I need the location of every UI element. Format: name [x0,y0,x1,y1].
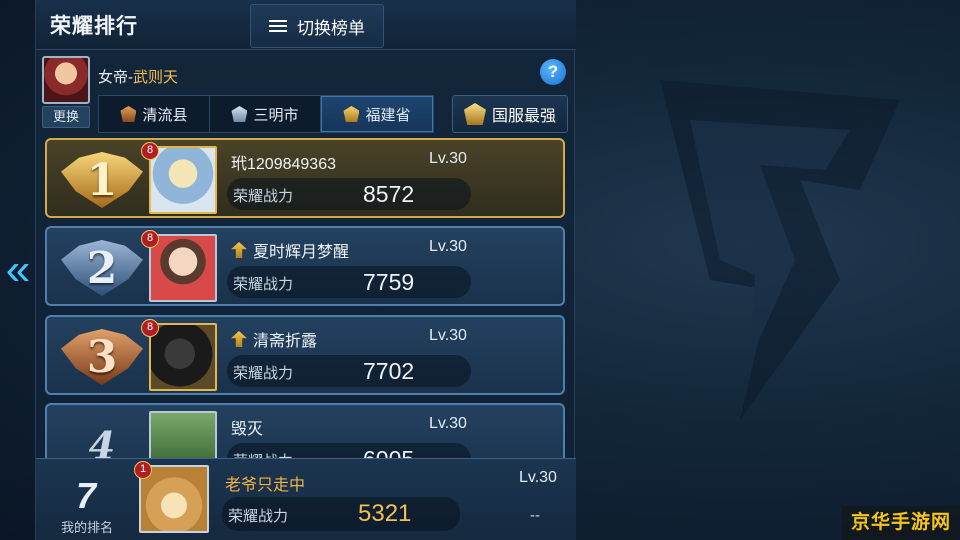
my-rank-extra: -- [530,507,540,524]
player-level: Lv.30 [429,238,467,255]
avatar[interactable] [149,323,217,391]
rank-number: 2 [86,242,118,294]
rank-up-icon [231,242,247,258]
player-name: 玳1209849363 [231,156,336,173]
player-name: 清斋折露 [231,327,317,351]
power-label: 荣耀战力 [228,508,289,525]
hero-name-highlight: 武则天 [133,69,179,86]
power-value: 7759 [363,269,415,295]
page-title: 荣耀排行 [50,15,138,38]
rank-row-3[interactable]: 3 8 清斋折露 Lv.30 荣耀战力 7702 [45,315,565,395]
tab-county[interactable]: 清流县 [99,96,210,132]
my-rank-number: 7 [76,475,97,516]
rank-row-1[interactable]: 1 8 玳1209849363 Lv.30 荣耀战力 8572 [45,138,565,218]
help-icon[interactable]: ? [540,59,566,85]
tab-province[interactable]: 福建省 [321,96,433,132]
rank-number: 1 [86,154,118,206]
region-tabs: 清流县 三明市 福建省 [98,95,434,133]
player-name: 毁灭 [231,421,264,438]
level-badge: 8 [141,230,159,248]
national-best-label: 国服最强 [491,108,556,125]
power-value: 7702 [363,358,415,384]
back-arrow-icon[interactable]: « [4,245,32,295]
hero-title: 女帝- [98,69,133,86]
power-value: 5321 [358,500,412,527]
power-bar: 荣耀战力 7759 [227,266,471,298]
power-label: 荣耀战力 [233,188,294,205]
national-badge-icon [463,103,486,125]
player-name: 夏时辉月梦醒 [231,238,349,262]
power-value: 8572 [363,181,415,207]
player-level: Lv.30 [429,327,467,344]
silver-medal-icon: 2 [61,234,143,302]
rank-row-2[interactable]: 2 8 夏时辉月梦醒 Lv.30 荣耀战力 7759 [45,226,565,306]
switch-leaderboard-label: 切换榜单 [297,18,365,38]
my-player-level: Lv.30 [519,469,557,486]
level-badge: 1 [134,461,152,479]
bronze-medal-icon: 3 [61,323,143,391]
my-rank-bar: 7 我的排名 1 老爷只走中 Lv.30 荣耀战力 5321 -- [36,458,576,540]
city-badge-icon [231,106,248,122]
list-icon [269,19,287,33]
rank-number: 3 [86,331,118,383]
my-player-name: 老爷只走中 [225,477,306,494]
hero-name: 女帝-武则天 [98,66,178,87]
my-rank-label: 我的排名 [61,520,114,535]
site-watermark: 京华手游网 [842,506,960,540]
power-bar: 荣耀战力 7702 [227,355,471,387]
county-badge-icon [120,106,137,122]
player-level: Lv.30 [429,415,467,432]
avatar[interactable] [149,146,217,214]
avatar[interactable] [149,234,217,302]
ranking-panel: 荣耀排行 切换榜单 更换 女帝-武则天 ? 清流县 三明市 福建省 国服最强 1… [35,0,576,540]
power-label: 荣耀战力 [233,365,294,382]
level-badge: 8 [141,319,159,337]
hero-avatar[interactable] [42,56,90,104]
tab-city[interactable]: 三明市 [210,96,321,132]
change-hero-button[interactable]: 更换 [42,106,90,128]
rank-up-icon [231,331,247,347]
tab-city-label: 三明市 [253,106,299,124]
power-bar: 荣耀战力 8572 [227,178,471,210]
tab-county-label: 清流县 [142,106,188,124]
emblem-watermark-icon [660,80,900,420]
gold-medal-icon: 1 [61,146,143,214]
level-badge: 8 [141,142,159,160]
province-badge-icon [343,106,360,122]
panel-header: 荣耀排行 切换榜单 [36,0,576,50]
tab-province-label: 福建省 [365,106,411,124]
switch-leaderboard-button[interactable]: 切换榜单 [250,4,384,48]
national-best-button[interactable]: 国服最强 [452,95,568,133]
my-power-bar: 荣耀战力 5321 [222,497,460,531]
power-label: 荣耀战力 [233,276,294,293]
player-level: Lv.30 [429,150,467,167]
